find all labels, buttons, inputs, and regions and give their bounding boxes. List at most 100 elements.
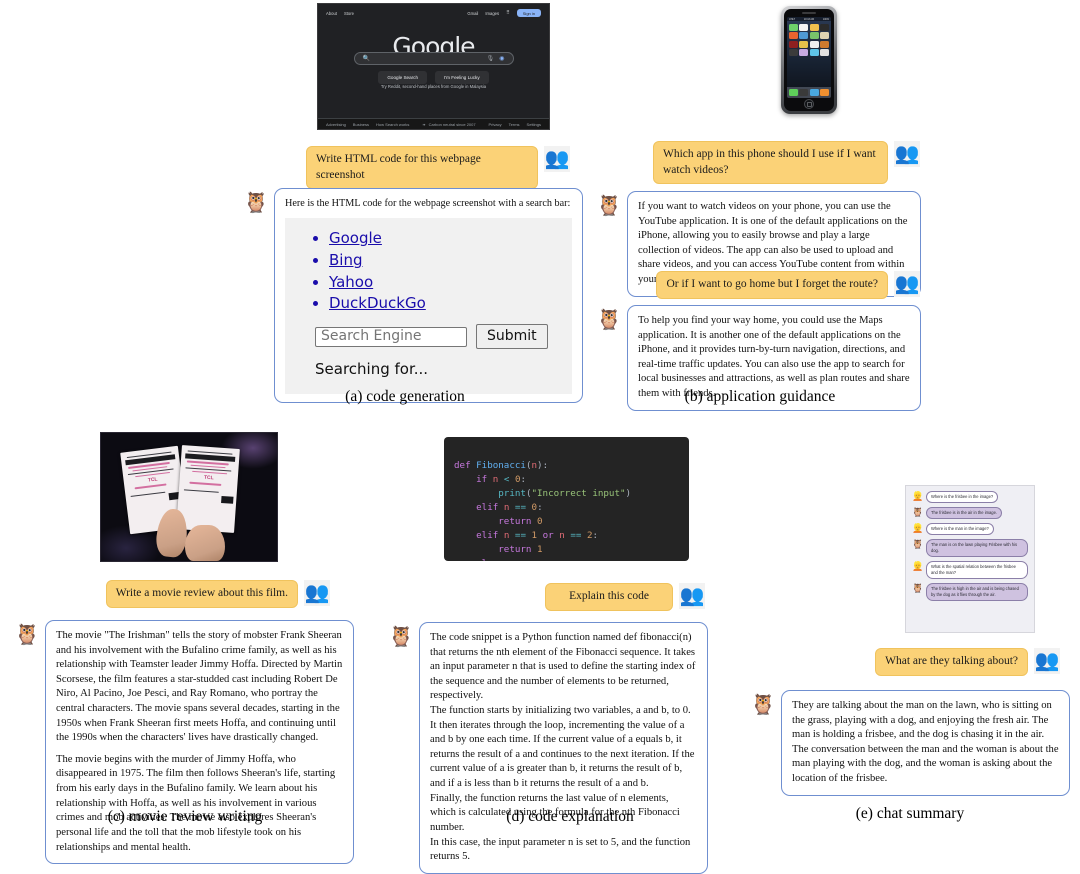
google-link-gmail[interactable]: Gmail	[467, 11, 478, 16]
caption-e: (e) chat summary	[855, 805, 965, 822]
chat-row: 🦉 The man is on the lawn playing Frisbee…	[912, 539, 1028, 558]
link-yahoo[interactable]: Yahoo	[329, 273, 373, 291]
app-icon-appstore[interactable]	[809, 49, 819, 57]
dock-icon-mail[interactable]	[799, 89, 809, 96]
microphone-icon[interactable]: 🎙	[487, 55, 495, 62]
footer-terms[interactable]: Terms	[509, 122, 520, 127]
avatar: 🦉	[14, 624, 40, 646]
dock-icon-music[interactable]	[820, 89, 829, 96]
app-icon-calendar[interactable]	[799, 23, 809, 31]
app-icon-itunes[interactable]	[799, 49, 809, 57]
sign-in-button[interactable]: Sign in	[516, 9, 541, 17]
footer-settings[interactable]: Settings	[527, 122, 541, 127]
caption-a: (a) code generation	[345, 388, 465, 405]
submit-button[interactable]: Submit	[476, 324, 548, 350]
footer-how-search-works[interactable]: How Search works	[376, 122, 409, 127]
chat-row: 👱 What is the spatial relation between t…	[912, 561, 1028, 580]
hand	[185, 525, 225, 561]
battery-label: 100%	[822, 17, 829, 21]
panel-b-user-turn-1: Which app in this phone should I use if …	[650, 141, 920, 185]
chat-bubble-question: Where is the man in the image?	[926, 523, 994, 536]
link-duckduckgo[interactable]: DuckDuckGo	[329, 294, 426, 312]
google-link-images[interactable]: Images	[485, 11, 499, 16]
figure-root: About Store Gmail Images ⠿ Sign in Googl…	[0, 0, 1080, 874]
avatar: 🦉	[596, 195, 622, 217]
dock-icon-safari[interactable]	[809, 89, 819, 96]
avatar: 👥	[544, 146, 570, 172]
app-icon-clock[interactable]	[809, 40, 819, 48]
app-icon-compass[interactable]	[820, 49, 829, 57]
caption-c: (c) movie review writing	[107, 808, 263, 825]
rendered-html-preview: Google Bing Yahoo DuckDuckGo Search Engi…	[285, 218, 572, 395]
explanation-paragraph-1: The code snippet is a Python function na…	[430, 632, 696, 702]
app-icon-calculator[interactable]	[820, 40, 829, 48]
lens-icon[interactable]: ◉	[499, 55, 504, 62]
panel-e-bot-turn: 🦉 They are talking about the man on the …	[750, 690, 1070, 796]
avatar: 👥	[304, 580, 330, 606]
link-bing[interactable]: Bing	[329, 251, 363, 269]
app-icon-notes[interactable]	[799, 40, 809, 48]
app-icon-voice-memos[interactable]	[789, 40, 798, 48]
google-buttons: Google Search I'm Feeling Lucky	[318, 71, 549, 84]
google-link-about[interactable]: About	[326, 11, 337, 16]
feeling-lucky-button[interactable]: I'm Feeling Lucky	[435, 71, 489, 84]
app-icon-youtube[interactable]	[789, 32, 798, 40]
user-message-bubble: What are they talking about?	[875, 648, 1028, 676]
google-search-button[interactable]: Google Search	[378, 71, 428, 84]
list-item[interactable]: Bing	[329, 250, 558, 272]
app-icon-camera[interactable]	[820, 23, 829, 31]
review-paragraph-2: The movie begins with the murder of Jimm…	[56, 753, 336, 853]
footer-privacy[interactable]: Privacy	[489, 122, 502, 127]
speaker-grille	[802, 12, 816, 14]
dock-icon-phone[interactable]	[789, 89, 798, 96]
home-button[interactable]	[804, 98, 814, 109]
footer-business[interactable]: Business	[353, 122, 369, 127]
app-icon-maps[interactable]	[809, 32, 819, 40]
leaf-icon: ❧	[422, 121, 426, 127]
panel-b-user-turn-2: Or if I want to go home but I forget the…	[650, 271, 920, 299]
bot-message-bubble: The movie "The Irishman" tells the story…	[45, 620, 354, 865]
status-bar: AT&T 10:43 AM 100%	[787, 17, 831, 21]
app-icon-photos[interactable]	[809, 23, 819, 31]
bot-message-bubble: They are talking about the man on the la…	[781, 690, 1070, 796]
caption-d: (d) code explanation	[506, 808, 634, 825]
panel-a-user-turn: Write HTML code for this webpage screens…	[300, 146, 570, 190]
panel-d-bot-turn: 🦉 The code snippet is a Python function …	[388, 622, 708, 874]
google-link-store[interactable]: Store	[344, 11, 354, 16]
avatar: 🦉	[596, 309, 622, 331]
link-google[interactable]: Google	[329, 229, 382, 247]
review-paragraph-1: The movie "The Irishman" tells the story…	[56, 630, 343, 744]
avatar: 🦉	[388, 626, 414, 648]
footer-advertising[interactable]: Advertising	[326, 122, 346, 127]
chat-bubble-question: Where is the frisbee in the image?	[926, 491, 999, 503]
avatar: 👱	[912, 523, 924, 534]
panel-a-bot-turn: 🦉 Here is the HTML code for the webpage …	[243, 188, 583, 404]
apps-grid-icon[interactable]: ⠿	[506, 10, 510, 16]
footer-carbon-neutral: Carbon neutral since 2007	[428, 121, 476, 127]
dock	[787, 87, 831, 98]
app-icon-settings[interactable]	[789, 49, 798, 57]
google-search-input[interactable]: 🔍 🎙 ◉	[353, 52, 514, 65]
bot-message-bubble: Here is the HTML code for the webpage sc…	[274, 188, 583, 404]
search-engine-list: Google Bing Yahoo DuckDuckGo	[329, 228, 558, 315]
panel-c-bot-turn: 🦉 The movie "The Irishman" tells the sto…	[14, 620, 354, 865]
list-item[interactable]: Google	[329, 228, 558, 250]
user-message-bubble: Write HTML code for this webpage screens…	[306, 146, 538, 190]
movie-ticket-photo: TCL TCL	[100, 432, 278, 562]
searching-status-text: Searching for...	[315, 360, 429, 379]
caption-b: (b) application guidance	[684, 388, 836, 405]
panel-c-user-turn: Write a movie review about this film. 👥	[60, 580, 330, 608]
app-icon-weather[interactable]	[820, 32, 829, 40]
search-engine-input[interactable]: Search Engine	[315, 326, 467, 347]
list-item[interactable]: Yahoo	[329, 272, 558, 294]
list-item[interactable]: DuckDuckGo	[329, 293, 558, 315]
google-topbar: About Store Gmail Images ⠿ Sign in	[318, 8, 549, 18]
app-icon-messages[interactable]	[789, 23, 798, 31]
explanation-paragraph-4: In this case, the input parameter n is s…	[430, 836, 691, 863]
app-icon-stocks[interactable]	[799, 32, 809, 40]
chat-bubble-question: What is the spatial relation between the…	[926, 561, 1028, 580]
phone-screen: AT&T 10:43 AM 100%	[787, 17, 831, 98]
avatar: 🦉	[912, 583, 924, 594]
google-footer: Advertising Business How Search works ❧ C…	[318, 118, 549, 129]
chat-row: 🦉 The frisbee is in the air in the image…	[912, 507, 1028, 520]
